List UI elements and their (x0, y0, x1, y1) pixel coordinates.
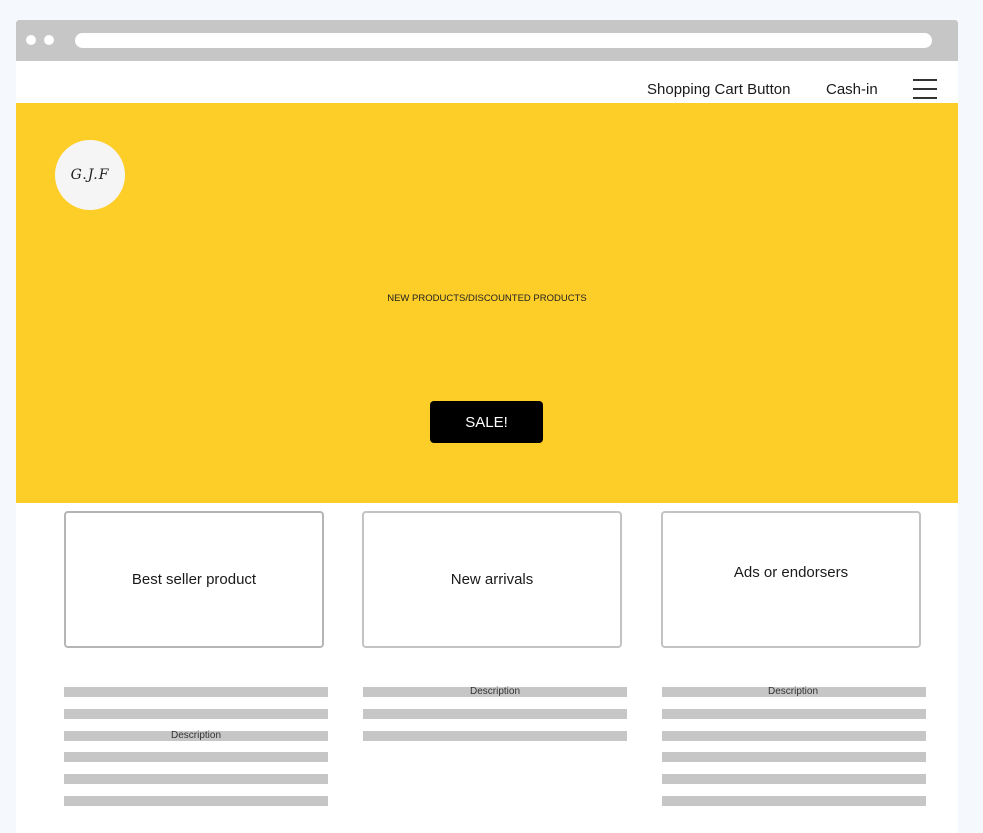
card-best-seller[interactable]: Best seller product (64, 511, 324, 648)
top-nav: Shopping Cart Button Cash-in (16, 61, 958, 103)
shopping-cart-link[interactable]: Shopping Cart Button (647, 81, 790, 99)
browser-window: Shopping Cart Button Cash-in G.J.F NEW P… (16, 20, 958, 833)
hero-banner: G.J.F NEW PRODUCTS/DISCOUNTED PRODUCTS S… (16, 103, 958, 503)
description-label: Description (767, 686, 819, 697)
address-bar[interactable] (75, 33, 932, 48)
window-dot (26, 35, 36, 45)
description-line (64, 796, 328, 806)
description-line (64, 752, 328, 762)
description-line (662, 796, 926, 806)
description-line (363, 709, 627, 719)
description-line (363, 731, 627, 741)
description-label: Description (469, 686, 521, 697)
description-line (64, 687, 328, 697)
sale-button[interactable]: SALE! (430, 401, 543, 443)
description-line (64, 709, 328, 719)
hero-headline: NEW PRODUCTS/DISCOUNTED PRODUCTS (387, 293, 587, 304)
cash-in-link[interactable]: Cash-in (826, 81, 878, 99)
description-line (64, 774, 328, 784)
logo[interactable]: G.J.F (55, 140, 125, 210)
description-line (662, 709, 926, 719)
hamburger-menu-icon[interactable] (913, 77, 937, 99)
description-line (662, 731, 926, 741)
card-new-arrivals[interactable]: New arrivals (362, 511, 622, 648)
card-ads-endorsers[interactable]: Ads or endorsers (661, 511, 921, 648)
description-line (662, 774, 926, 784)
browser-chrome (16, 20, 958, 61)
description-label: Description (170, 730, 222, 741)
window-dot (44, 35, 54, 45)
description-line (662, 752, 926, 762)
